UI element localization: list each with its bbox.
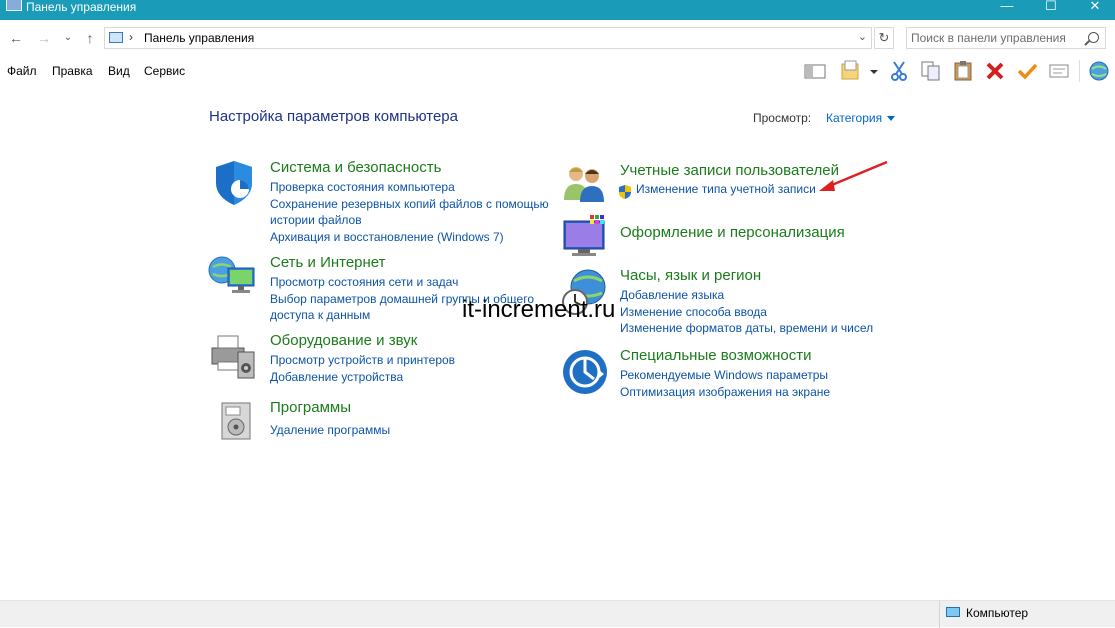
menu-bar: Файл Правка Вид Сервис — [0, 56, 1115, 87]
category-title[interactable]: Система и безопасность — [270, 159, 549, 177]
main-content: Настройка параметров компьютера Просмотр… — [0, 86, 1115, 600]
title-bar: Панель управления — ☐ ✕ — [0, 0, 1115, 20]
link-devices-printers[interactable]: Просмотр устройств и принтеров — [270, 352, 455, 369]
address-bar-row: ← → ⌄ ↑ › Панель управления ⌄ ↻ — [0, 20, 1115, 56]
back-button[interactable]: ← — [6, 28, 26, 48]
category-system-security: Система и безопасность Проверка состояни… — [216, 159, 549, 246]
menu-file[interactable]: Файл — [7, 64, 37, 78]
minimize-button[interactable]: — — [984, 0, 1030, 18]
breadcrumb-separator[interactable]: › — [129, 30, 133, 44]
programs-icon[interactable] — [218, 399, 256, 443]
control-panel-icon — [109, 32, 123, 43]
category-title[interactable]: Учетные записи пользователей — [620, 162, 839, 180]
forward-button[interactable]: → — [34, 28, 54, 48]
up-button[interactable]: ↑ — [80, 28, 100, 48]
close-button[interactable]: ✕ — [1072, 0, 1115, 18]
recent-locations-button[interactable]: ⌄ — [58, 28, 78, 48]
link-optimize-display[interactable]: Оптимизация изображения на экране — [620, 384, 830, 401]
search-input[interactable] — [911, 30, 1076, 46]
folder-options-icon[interactable] — [840, 60, 862, 82]
link-network-status[interactable]: Просмотр состояния сети и задач — [270, 274, 534, 291]
link-change-account-type[interactable]: Изменение типа учетной записи — [620, 181, 839, 198]
preview-pane-icon[interactable] — [804, 60, 826, 82]
category-clock-region: Часы, язык и регион Добавление языка Изм… — [562, 267, 873, 337]
window-title: Панель управления — [26, 0, 137, 14]
link-input-method[interactable]: Изменение способа ввода — [620, 304, 873, 321]
globe-icon[interactable] — [1088, 60, 1110, 82]
address-dropdown-button[interactable]: ⌄ — [858, 30, 867, 43]
link-add-device[interactable]: Добавление устройства — [270, 369, 455, 386]
menu-edit[interactable]: Правка — [52, 64, 93, 78]
view-by-label: Просмотр: — [753, 111, 812, 125]
control-panel-icon — [6, 0, 22, 11]
category-title[interactable]: Оформление и персонализация — [620, 224, 845, 242]
link-backup-restore[interactable]: Архивация и восстановление (Windows 7) — [270, 229, 549, 246]
menu-tools[interactable]: Сервис — [144, 64, 185, 78]
toolbar-divider — [1079, 60, 1080, 82]
uac-shield-icon — [619, 185, 631, 199]
category-user-accounts: Учетные записи пользователей Изменение т… — [564, 162, 839, 202]
status-text: Компьютер — [966, 606, 1029, 620]
watermark-text: it-increment.ru — [462, 296, 616, 323]
link-check-status[interactable]: Проверка состояния компьютера — [270, 179, 549, 196]
category-title[interactable]: Программы — [270, 399, 390, 417]
link-file-history[interactable]: Сохранение резервных копий файлов с помо… — [270, 196, 549, 213]
copy-icon[interactable] — [920, 60, 942, 82]
link-file-history-cont[interactable]: истории файлов — [270, 212, 549, 229]
chevron-down-icon[interactable] — [868, 60, 880, 82]
annotation-arrow-icon — [819, 160, 888, 191]
status-bar: Компьютер — [0, 600, 1115, 628]
category-appearance: Оформление и персонализация — [563, 215, 845, 256]
link-add-language[interactable]: Добавление языка — [620, 287, 873, 304]
delete-icon[interactable] — [984, 60, 1006, 82]
category-title[interactable]: Оборудование и звук — [270, 332, 455, 350]
category-title[interactable]: Сеть и Интернет — [270, 254, 534, 272]
maximize-button[interactable]: ☐ — [1028, 0, 1074, 18]
printer-icon[interactable] — [208, 332, 258, 382]
shield-icon[interactable] — [210, 159, 258, 207]
network-icon[interactable] — [208, 254, 258, 300]
breadcrumb-control-panel[interactable]: Панель управления — [144, 31, 254, 45]
category-title[interactable]: Специальные возможности — [620, 347, 830, 365]
properties-icon[interactable] — [1048, 60, 1070, 82]
view-by-dropdown[interactable]: Категория — [826, 111, 895, 125]
users-icon[interactable] — [562, 162, 608, 202]
computer-icon — [946, 607, 960, 617]
paste-icon[interactable] — [952, 60, 974, 82]
category-programs: Программы Удаление программы — [221, 399, 390, 440]
monitor-icon[interactable] — [562, 213, 610, 259]
link-recommended-settings[interactable]: Рекомендуемые Windows параметры — [620, 367, 830, 384]
category-hardware-sound: Оборудование и звук Просмотр устройств и… — [211, 332, 455, 386]
search-icon[interactable] — [1088, 32, 1099, 43]
search-box[interactable] — [906, 27, 1106, 49]
category-accessibility: Специальные возможности Рекомендуемые Wi… — [563, 347, 830, 401]
category-title[interactable]: Часы, язык и регион — [620, 267, 873, 285]
cut-icon[interactable] — [888, 60, 910, 82]
check-icon[interactable] — [1016, 60, 1038, 82]
page-title: Настройка параметров компьютера — [209, 108, 458, 125]
refresh-button[interactable]: ↻ — [874, 27, 894, 49]
status-divider — [939, 601, 940, 628]
accessibility-icon[interactable] — [562, 349, 608, 395]
menu-view[interactable]: Вид — [108, 64, 130, 78]
address-field[interactable]: › Панель управления ⌄ — [104, 27, 872, 49]
link-uninstall-program[interactable]: Удаление программы — [270, 422, 390, 439]
link-date-formats[interactable]: Изменение форматов даты, времени и чисел — [620, 320, 873, 337]
